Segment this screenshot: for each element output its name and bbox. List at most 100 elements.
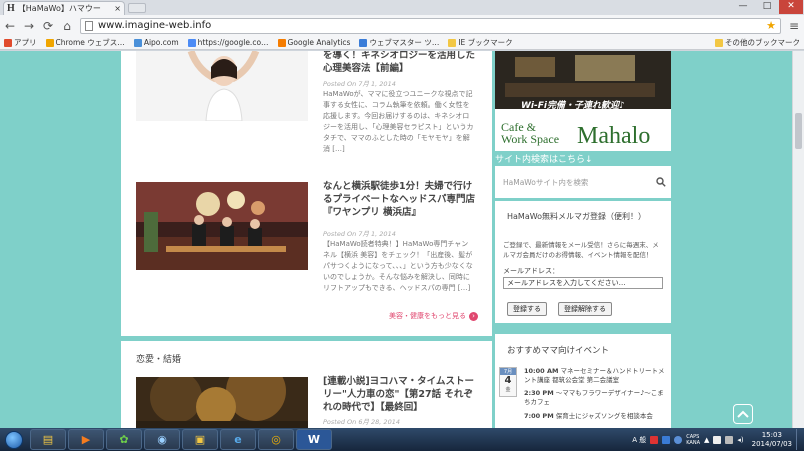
minimize-button[interactable]: — <box>731 0 755 14</box>
arrow-right-icon: › <box>469 311 478 321</box>
bookmark-aipo[interactable]: Aipo.com <box>133 38 179 47</box>
caps-indicator: CAPS KANA <box>686 433 700 446</box>
show-desktop-button[interactable] <box>796 429 804 450</box>
reload-icon[interactable]: ⟳ <box>42 19 54 33</box>
email-label: メールアドレス： <box>503 267 559 275</box>
network-icon[interactable]: ◉ <box>144 429 180 450</box>
network-signal-icon[interactable] <box>725 435 734 444</box>
flag-icon[interactable] <box>713 435 722 444</box>
page-scrollbar[interactable] <box>792 51 804 428</box>
tab-close-icon[interactable]: × <box>114 4 121 13</box>
tab-title: 【HaMaWo】ハマウー <box>17 4 101 13</box>
woman-photo <box>136 51 308 121</box>
browser-tab[interactable]: H 【HaMaWo】ハマウー × <box>3 1 125 15</box>
events-title: おすすめママ向けイベント <box>507 346 610 356</box>
media-player-icon[interactable]: ▶ <box>68 429 104 450</box>
bookmark-ie-folder[interactable]: IE ブックマーク <box>448 37 513 48</box>
article-excerpt: 【HaMaWo読者特典！】HaMaWo専門チャンネル【横浜 美容】をチェック！「… <box>323 240 473 292</box>
calendar-date-badge: 7月 4 金 <box>499 367 517 397</box>
system-clock[interactable]: 15:03 2014/07/03 <box>748 431 796 449</box>
chrome-menu-icon[interactable]: ≡ <box>788 19 800 33</box>
bookmark-analytics[interactable]: Google Analytics <box>277 38 350 47</box>
start-button[interactable] <box>0 429 28 450</box>
maximize-button[interactable]: □ <box>755 0 779 14</box>
section-title: 恋愛・結婚 <box>136 355 182 365</box>
explorer-icon[interactable]: ▤ <box>30 429 66 450</box>
folder-icon[interactable]: ▣ <box>182 429 218 450</box>
newsletter-title: HaMaWo無料メルマガ登録（便利！） <box>507 212 647 221</box>
volume-icon[interactable]: ◂) <box>737 436 743 444</box>
folder-icon <box>448 38 457 47</box>
mahalo-banner[interactable]: Wi-Fi完備・子連れ歓迎♪ Cafe & Work Space Mahalo <box>495 51 671 153</box>
section-card: 恋愛・結婚 [連載小説]ヨコハマ・タイムストーリー"人力車の恋"【第27話 それ… <box>121 341 492 428</box>
spa-staff-photo <box>136 182 308 270</box>
system-tray: A 般 CAPS KANA ▲ ◂) <box>628 434 747 446</box>
site-favicon: H <box>7 3 15 14</box>
main-column: を導く！キネシオロジーを活用した心理美容法【前編】 Posted On 7月 1… <box>121 51 492 428</box>
banner-brand-name: Mahalo <box>577 123 651 149</box>
article-card: を導く！キネシオロジーを活用した心理美容法【前編】 Posted On 7月 1… <box>121 51 492 336</box>
windows-taskbar: ▤ ▶ ✿ ◉ ▣ e ◎ W A 般 CAPS KANA ▲ ◂) 15:03… <box>0 428 804 451</box>
forward-arrow-icon[interactable]: → <box>23 19 35 33</box>
bookmark-star-icon[interactable]: ★ <box>766 19 776 32</box>
chrome-store-icon <box>45 38 54 47</box>
article-title[interactable]: なんと横浜駅徒歩1分！夫婦で行けるプライベートなヘッドスパ専門店『ワヤンプリ 横… <box>323 180 475 219</box>
banner-cafe-text: Cafe & Work Space <box>501 120 560 146</box>
aipo-icon <box>133 38 142 47</box>
ie-icon[interactable]: e <box>220 429 256 450</box>
google-icon <box>187 38 196 47</box>
home-icon[interactable]: ⌂ <box>61 19 73 33</box>
ime-indicator[interactable]: A 般 <box>632 435 646 445</box>
help-icon[interactable] <box>674 435 683 444</box>
article-thumbnail[interactable] <box>136 51 308 121</box>
close-window-button[interactable]: ✕ <box>779 0 803 14</box>
unsubscribe-button[interactable]: 登録解除する <box>558 302 612 316</box>
more-beauty-link[interactable]: 美容・健康をもっと見る › <box>389 311 478 321</box>
email-field[interactable]: メールアドレスを入力してください… <box>503 277 663 289</box>
event-item[interactable]: 7:00 PM 保育士にジャズソングを相談本会 <box>524 412 666 421</box>
scroll-to-top-button[interactable] <box>733 404 753 424</box>
scrollbar-thumb[interactable] <box>795 113 802 149</box>
article-title[interactable]: を導く！キネシオロジーを活用した心理美容法【前編】 <box>323 51 475 75</box>
banner-tagline: Wi-Fi完備・子連れ歓迎♪ <box>521 101 625 111</box>
search-box: HaMaWoサイト内を検索 <box>495 166 671 198</box>
subscribe-button[interactable]: 登録する <box>507 302 547 316</box>
apps-icon <box>4 38 12 47</box>
events-box: おすすめママ向けイベント 7月 4 金 10:00 AM マネーセミナー＆ハンド… <box>495 334 671 428</box>
show-hidden-icons[interactable]: ▲ <box>704 436 709 444</box>
windows-logo-icon <box>5 430 23 449</box>
newsletter-description: ご登録で、最新情報をメール受信！さらに毎週末、メルマガ会員だけのお得情報、イベン… <box>503 241 659 259</box>
bookmark-google[interactable]: https://google.co… <box>187 38 269 47</box>
search-heading: サイト内検索はこちら↓ <box>495 155 593 165</box>
chrome-icon[interactable]: ◎ <box>258 429 294 450</box>
article-thumbnail[interactable] <box>136 182 308 270</box>
article-date: Posted On 7月 1, 2014 <box>323 80 396 88</box>
bookmark-chrome-store[interactable]: Chrome ウェブス… <box>45 37 125 48</box>
page-viewport: を導く！キネシオロジーを活用した心理美容法【前編】 Posted On 7月 1… <box>0 51 792 428</box>
tray-icon[interactable] <box>650 435 659 444</box>
back-arrow-icon[interactable]: ← <box>4 19 16 33</box>
event-item[interactable]: 2:30 PM 〜ママもフラワーデザイナー♪〜こまちカフェ <box>524 389 666 407</box>
article-excerpt: HaMaWoが、ママに役立つユニークな視点で記事する女性に、コラム執筆を依頼。働… <box>323 90 474 153</box>
webmaster-icon <box>359 38 368 47</box>
article-thumbnail[interactable] <box>136 377 308 428</box>
browser-toolbar: ← → ⟳ ⌂ www.imagine-web.info ★ ≡ <box>0 15 804 36</box>
bookmark-other-folder[interactable]: その他のブックマーク <box>715 37 800 48</box>
newsletter-box: HaMaWo無料メルマガ登録（便利！） ご登録で、最新情報をメール受信！さらに毎… <box>495 201 671 323</box>
new-tab-button[interactable] <box>128 3 146 13</box>
event-item[interactable]: 10:00 AM マネーセミナー＆ハンドトリートメント講座 都筑公会堂 第二会議… <box>524 367 666 385</box>
autumn-photo <box>136 377 308 428</box>
article-title[interactable]: [連載小説]ヨコハマ・タイムストーリー"人力車の恋"【第27話 それぞれの時代で… <box>323 375 475 414</box>
tray-icon[interactable] <box>662 435 671 444</box>
address-bar[interactable]: www.imagine-web.info ★ <box>80 17 781 34</box>
search-icon[interactable] <box>656 177 666 187</box>
chevron-up-icon <box>737 410 749 418</box>
bookmarks-bar: アプリ Chrome ウェブス… Aipo.com https://google… <box>0 36 804 50</box>
bookmark-webmaster[interactable]: ウェブマスター ツ… <box>359 37 439 48</box>
folder-icon <box>715 38 723 47</box>
bookmark-apps[interactable]: アプリ <box>4 37 37 48</box>
word-icon[interactable]: W <box>296 429 332 450</box>
analytics-icon <box>277 38 286 47</box>
search-input[interactable]: HaMaWoサイト内を検索 <box>503 177 588 188</box>
gadget-icon[interactable]: ✿ <box>106 429 142 450</box>
